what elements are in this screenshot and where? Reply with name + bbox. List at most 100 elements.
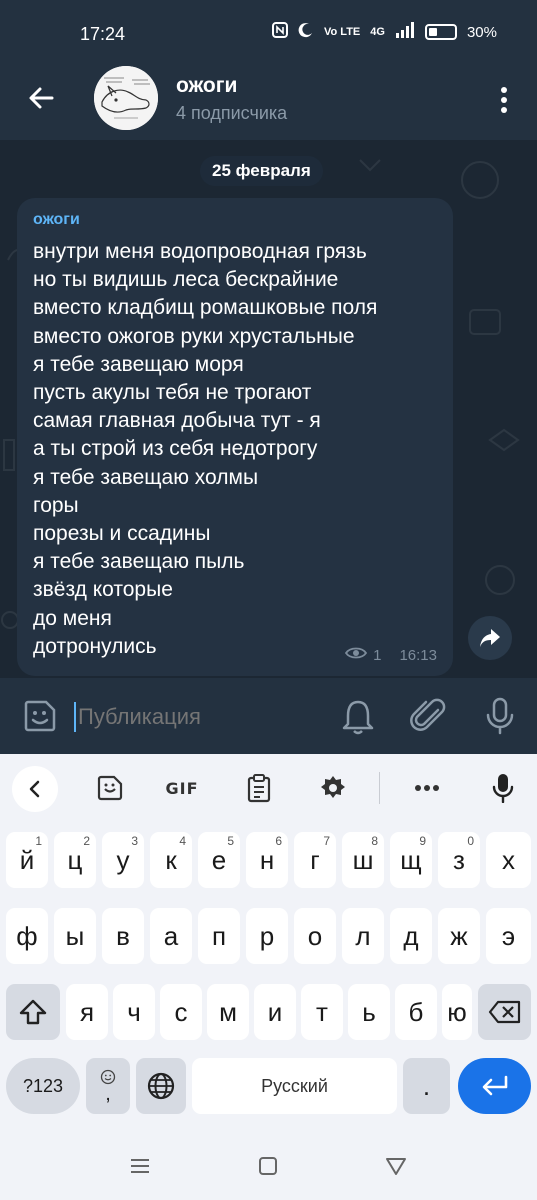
- back-button[interactable]: [22, 78, 62, 118]
- channel-title[interactable]: ожоги: [176, 74, 237, 98]
- sticker-icon: [97, 775, 123, 801]
- key-т[interactable]: т: [301, 984, 343, 1040]
- home-button[interactable]: [254, 1152, 282, 1180]
- system-back-button[interactable]: [382, 1152, 410, 1180]
- key-ь[interactable]: ь: [348, 984, 390, 1040]
- attach-button[interactable]: [410, 696, 448, 736]
- microphone-icon: [492, 774, 514, 803]
- message-line: до меня: [33, 606, 112, 630]
- emoji-comma-key[interactable]: ,: [86, 1058, 130, 1114]
- date-separator: 25 февраля: [200, 156, 323, 186]
- key-label: ш: [352, 844, 374, 875]
- triangle-back-icon: [386, 1158, 406, 1175]
- more-vertical-icon: [501, 87, 507, 113]
- clipboard-button[interactable]: [242, 768, 276, 808]
- clipboard-icon: [247, 774, 271, 803]
- message-meta: 1 16:13: [345, 646, 437, 664]
- sticker-toolbar-button[interactable]: [92, 768, 128, 808]
- key-г[interactable]: г7: [294, 832, 336, 888]
- backspace-key[interactable]: [478, 984, 531, 1040]
- more-tools-button[interactable]: [410, 768, 444, 808]
- message-input[interactable]: [78, 700, 328, 734]
- key-н[interactable]: н6: [246, 832, 288, 888]
- key-и[interactable]: и: [254, 984, 296, 1040]
- key-д[interactable]: д: [390, 908, 432, 964]
- key-в[interactable]: в: [102, 908, 144, 964]
- shift-arrow-icon: [19, 999, 47, 1025]
- silent-broadcast-button[interactable]: [340, 698, 376, 736]
- key-ф[interactable]: ф: [6, 908, 48, 964]
- key-ю[interactable]: ю: [442, 984, 472, 1040]
- key-а[interactable]: а: [150, 908, 192, 964]
- key-ж[interactable]: ж: [438, 908, 480, 964]
- message-line: я тебе завещаю холмы: [33, 465, 259, 489]
- message-line: но ты видишь леса бескрайние: [33, 268, 339, 292]
- key-щ[interactable]: щ9: [390, 832, 432, 888]
- key-о[interactable]: о: [294, 908, 336, 964]
- key-label: к: [165, 844, 177, 875]
- message-line: вместо ожогов руки хрустальные: [33, 324, 355, 348]
- message-line: я тебе завещаю пыль: [33, 550, 245, 574]
- globe-icon: [147, 1072, 175, 1100]
- gif-button[interactable]: GIF: [162, 768, 202, 808]
- key-hint: 8: [371, 834, 378, 848]
- key-э[interactable]: э: [486, 908, 531, 964]
- keyboard-mic-button[interactable]: [488, 768, 518, 808]
- enter-key[interactable]: [458, 1058, 531, 1114]
- key-б[interactable]: б: [395, 984, 437, 1040]
- key-х[interactable]: х: [486, 832, 531, 888]
- message-line: а ты строй из себя недотрогу: [33, 437, 318, 461]
- key-ш[interactable]: ш8: [342, 832, 384, 888]
- message-text: внутри меня водопроводная грязь но ты ви…: [33, 238, 443, 661]
- settings-button[interactable]: [316, 768, 350, 808]
- symbols-key[interactable]: ?123: [6, 1058, 80, 1114]
- key-р[interactable]: р: [246, 908, 288, 964]
- message-author[interactable]: ожоги: [33, 211, 80, 229]
- gear-icon: [321, 776, 345, 798]
- sticker-button[interactable]: [22, 698, 58, 734]
- key-п[interactable]: п: [198, 908, 240, 964]
- key-label: у: [116, 844, 130, 875]
- key-label: н: [259, 844, 275, 875]
- key-hint: 2: [83, 834, 90, 848]
- key-ы[interactable]: ы: [54, 908, 96, 964]
- chat-area[interactable]: 25 февраля ожоги внутри меня водопроводн…: [0, 140, 537, 678]
- period-key[interactable]: .: [403, 1058, 450, 1114]
- share-arrow-icon: [480, 629, 500, 647]
- key-л[interactable]: л: [342, 908, 384, 964]
- space-key[interactable]: Русский: [192, 1058, 397, 1114]
- recent-apps-button[interactable]: [126, 1152, 154, 1180]
- key-у[interactable]: у3: [102, 832, 144, 888]
- signal-icon: [395, 22, 415, 42]
- network-type: 4G: [370, 26, 385, 38]
- key-ц[interactable]: ц2: [54, 832, 96, 888]
- forward-button[interactable]: [468, 616, 512, 660]
- key-label: е: [211, 844, 227, 875]
- voice-record-button[interactable]: [484, 696, 516, 736]
- language-key[interactable]: [136, 1058, 186, 1114]
- message-bubble[interactable]: ожоги внутри меня водопроводная грязь но…: [17, 198, 453, 676]
- key-е[interactable]: е5: [198, 832, 240, 888]
- shift-key[interactable]: [6, 984, 60, 1040]
- status-bar: 17:24 Vo LTE 4G 30%: [0, 0, 537, 62]
- message-line: звёзд которые: [33, 578, 173, 602]
- nfc-icon: [272, 22, 289, 42]
- keyboard-toolbar: GIF: [0, 754, 537, 824]
- key-й[interactable]: й1: [6, 832, 48, 888]
- dog-sketch-icon: [94, 66, 158, 130]
- key-hint: 7: [323, 834, 330, 848]
- keyboard-back-button[interactable]: [12, 766, 58, 812]
- key-я[interactable]: я: [66, 984, 108, 1040]
- toolbar-divider: [379, 772, 380, 804]
- message-line: горы: [33, 493, 79, 517]
- key-к[interactable]: к4: [150, 832, 192, 888]
- channel-avatar[interactable]: [94, 66, 158, 130]
- key-з[interactable]: з0: [438, 832, 480, 888]
- key-hint: 1: [35, 834, 42, 848]
- key-label: з: [453, 844, 465, 875]
- more-menu-button[interactable]: [491, 82, 517, 118]
- key-м[interactable]: м: [207, 984, 249, 1040]
- message-line: вместо кладбищ ромашковые поля: [33, 296, 378, 320]
- key-с[interactable]: с: [160, 984, 202, 1040]
- key-ч[interactable]: ч: [113, 984, 155, 1040]
